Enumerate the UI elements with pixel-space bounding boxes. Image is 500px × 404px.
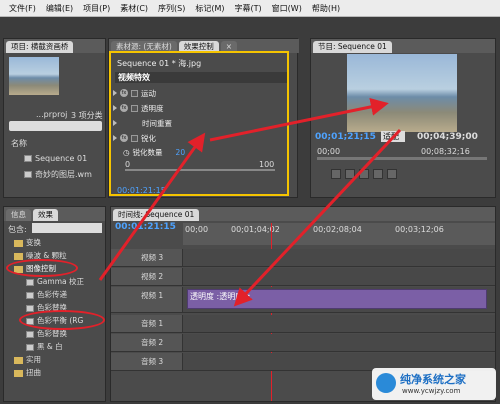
watermark-title: 纯净系统之家 [400,373,466,386]
arrow-to-effect-control [98,132,206,281]
arrow-to-clip [233,128,402,307]
watermark-logo [376,373,396,393]
annotation-arrows [98,97,402,307]
watermark-url: www.ycwjzy.com [402,387,461,395]
watermark: 纯净系统之家 www.ycwjzy.com [372,368,496,400]
arrow-to-program [209,97,389,142]
